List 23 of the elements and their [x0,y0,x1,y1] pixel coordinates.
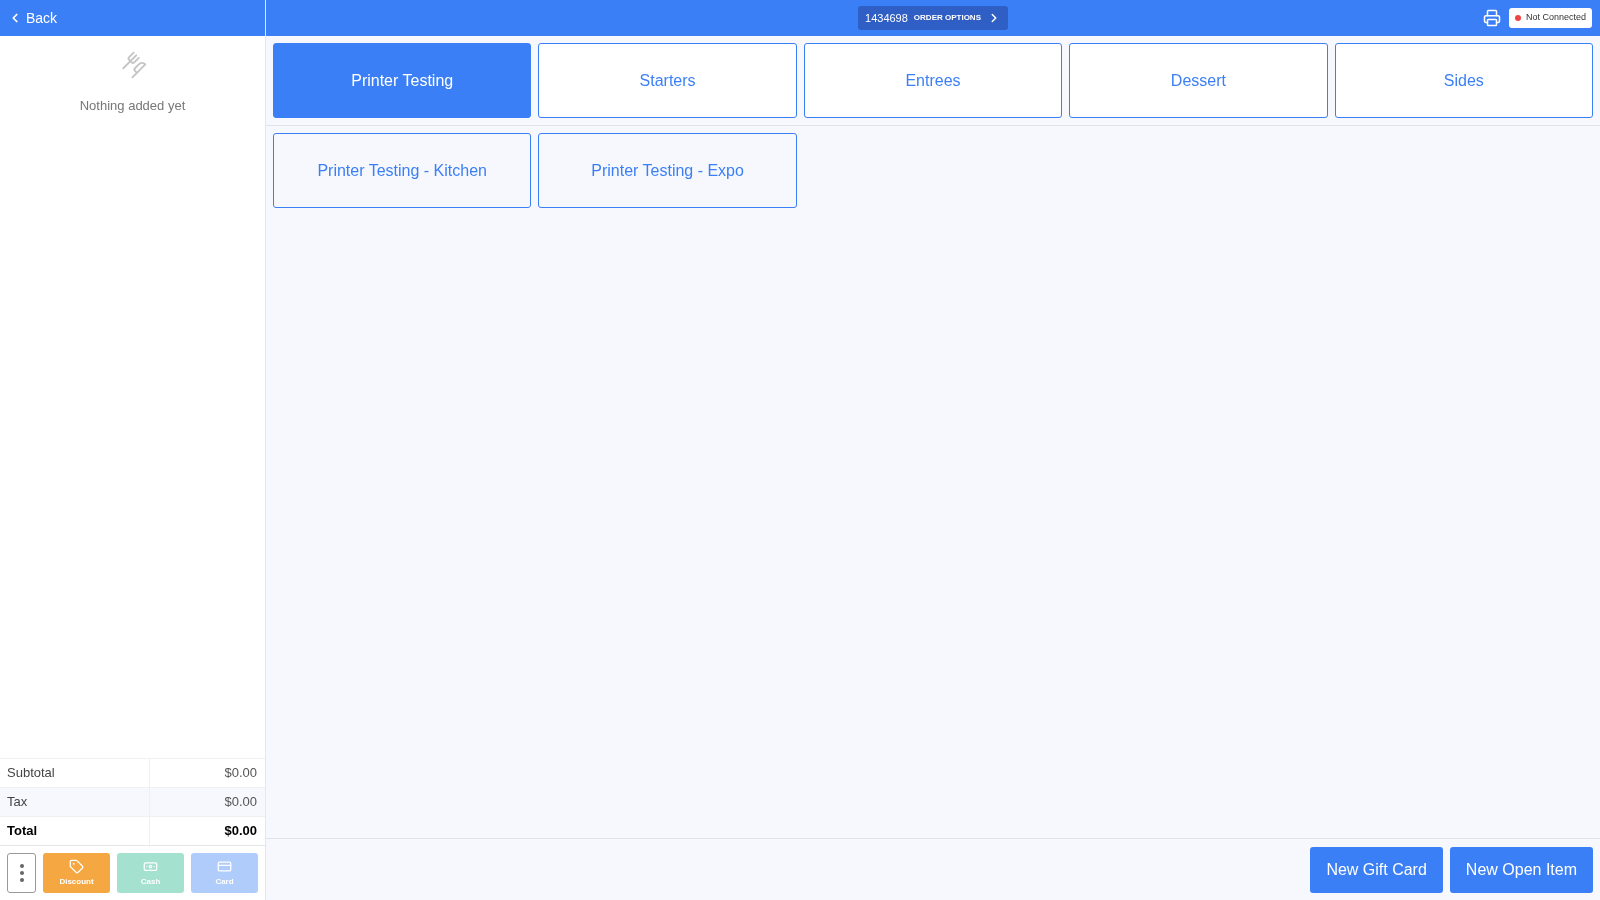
total-value: $0.00 [223,822,258,841]
total-label: Total [0,817,150,845]
card-icon [217,858,232,874]
category-tab[interactable]: Entrees [803,43,1063,118]
order-options-button[interactable]: 1434698 ORDER OPTIONS [858,6,1008,30]
menu-item-button[interactable]: Printer Testing - Expo [538,133,797,208]
category-tab[interactable]: Printer Testing [273,43,532,118]
total-value: $0.00 [223,793,258,812]
category-tab[interactable]: Dessert [1069,43,1328,118]
total-value: $0.00 [223,764,258,783]
menu-item-button[interactable]: Printer Testing - Kitchen [273,133,532,208]
discount-button[interactable]: Discount [43,853,110,893]
connection-status: Not Connected [1508,8,1592,28]
back-button[interactable]: Back [8,7,58,29]
footer-button[interactable]: New Gift Card [1310,846,1443,893]
more-icon [19,864,24,882]
category-tab[interactable]: Starters [538,43,797,118]
printer-icon[interactable] [1482,9,1501,27]
category-tab[interactable]: Sides [1334,43,1593,118]
discount-icon [69,858,84,874]
footer-button[interactable]: New Open Item [1449,846,1593,893]
more-button[interactable] [7,853,36,893]
empty-message: Nothing added yet [79,97,186,115]
